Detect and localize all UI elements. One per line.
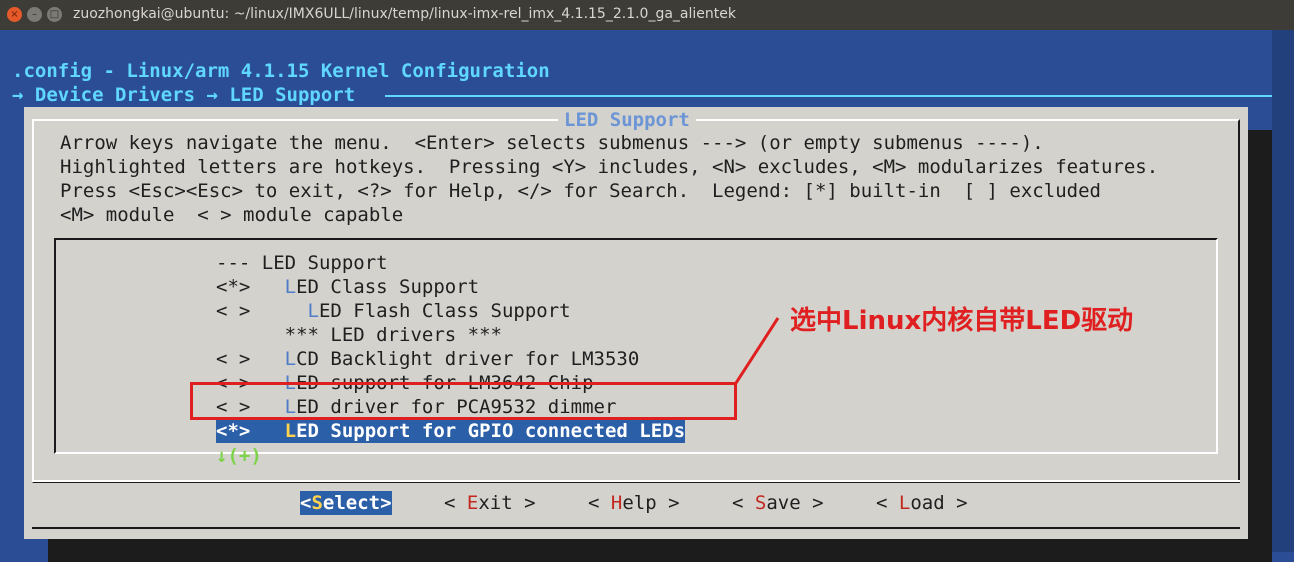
annotation-pointer-line [734,317,780,384]
annotation-label: 选中Linux内核自带LED驱动 [790,306,1134,336]
